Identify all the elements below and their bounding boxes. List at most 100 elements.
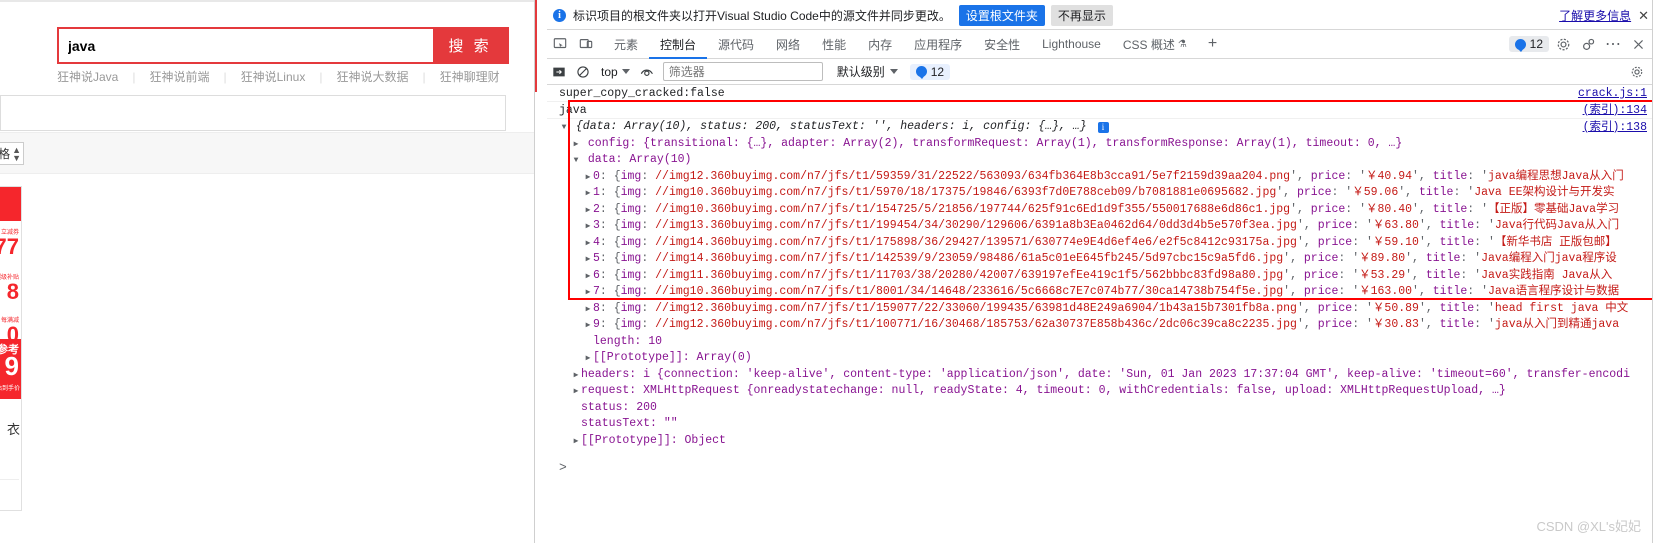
array-item-row[interactable]: 8: {img: //img12.360buyimg.com/n7/jfs/t1… [559, 301, 1653, 318]
tab-elements[interactable]: 元素 [603, 30, 649, 59]
item-price: ￥53.29 [1359, 268, 1406, 282]
data-line[interactable]: data: Array(10) [559, 152, 1653, 169]
console-filter-input[interactable] [662, 62, 823, 81]
expand-triangle-icon[interactable] [571, 384, 581, 401]
log-level-selector[interactable]: 默认级别 [837, 63, 898, 80]
status-line: status: 200 [559, 400, 1653, 417]
array-index: 5 [593, 252, 600, 265]
array-item-row[interactable]: 2: {img: //img10.360buyimg.com/n7/jfs/t1… [559, 202, 1653, 219]
devtools-tabs: 元素 控制台 源代码 网络 性能 内存 应用程序 安全性 Lighthouse … [603, 30, 1227, 59]
inspect-element-icon[interactable] [547, 31, 573, 57]
expand-triangle-icon[interactable] [583, 285, 593, 302]
expand-triangle-icon[interactable] [571, 137, 581, 154]
page-edge-red-line [535, 0, 537, 92]
array-index: 7 [593, 285, 600, 298]
console-prompt[interactable]: > [559, 460, 567, 475]
issues-badge[interactable]: 12 [1508, 36, 1549, 52]
issues-filter-badge[interactable]: 12 [909, 63, 951, 80]
tab-lighthouse-label: Lighthouse [1042, 37, 1101, 51]
object-header-line[interactable]: {data: Array(10), status: 200, statusTex… [559, 119, 1653, 136]
tab-css-overview[interactable]: CSS 概述 ⚗ [1112, 30, 1198, 59]
config-line[interactable]: config: {transitional: {…}, adapter: Arr… [559, 136, 1653, 153]
statustext-line: statusText: "" [559, 416, 1653, 433]
data-text: data: Array(10) [587, 153, 692, 166]
tab-console[interactable]: 控制台 [649, 30, 708, 59]
expand-triangle-icon[interactable] [571, 153, 581, 170]
array-item-row[interactable]: 7: {img: //img10.360buyimg.com/n7/jfs/t1… [559, 284, 1653, 301]
hot-keyword-5[interactable]: 狂神聊理财 [440, 68, 500, 85]
array-length-text: length: 10 [593, 334, 663, 348]
tab-performance[interactable]: 性能 [811, 30, 857, 59]
console-source-link[interactable]: crack.js:1 [1578, 85, 1647, 102]
product-card[interactable]: 年货节 新春不打烊 立减券 77 超级补贴 8 每满减 0 参考 9 [0, 186, 22, 511]
sort-grid-toggle[interactable]: 格 ▲▼ [0, 142, 24, 165]
tab-memory[interactable]: 内存 [857, 30, 903, 59]
expand-triangle-icon[interactable] [583, 252, 593, 269]
expand-triangle-icon[interactable] [583, 170, 593, 187]
console-settings-icon[interactable] [1625, 60, 1649, 84]
array-prototype-line[interactable]: [[Prototype]]: Array(0) [559, 350, 1653, 367]
search-input[interactable] [59, 29, 433, 62]
expand-triangle-icon[interactable] [583, 318, 593, 335]
array-item-row[interactable]: 3: {img: //img13.360buyimg.com/n7/jfs/t1… [559, 218, 1653, 235]
hot-keyword-2[interactable]: 狂神说前端 [149, 68, 209, 85]
tab-security[interactable]: 安全性 [973, 30, 1031, 59]
tab-application[interactable]: 应用程序 [903, 30, 973, 59]
expand-triangle-icon[interactable] [583, 236, 593, 253]
learn-more-link[interactable]: 了解更多信息 [1559, 7, 1631, 24]
hot-keyword-4[interactable]: 狂神说大数据 [336, 68, 408, 85]
device-toolbar-icon[interactable] [573, 31, 599, 57]
live-expression-icon[interactable] [636, 60, 660, 84]
promo-price-value: 9 [4, 351, 19, 381]
clear-console-icon[interactable] [571, 60, 595, 84]
console-source-link[interactable]: (索引):134 [1583, 102, 1647, 119]
execution-context-label: top [601, 64, 618, 79]
hot-keyword-separator: | [422, 69, 426, 84]
console-sidebar-icon[interactable] [547, 60, 571, 84]
array-item-row[interactable]: 0: {img: //img12.360buyimg.com/n7/jfs/t1… [559, 169, 1653, 186]
set-root-folder-button[interactable]: 设置根文件夹 [958, 5, 1045, 26]
expand-triangle-icon[interactable] [583, 186, 593, 203]
array-item-row[interactable]: 5: {img: //img14.360buyimg.com/n7/jfs/t1… [559, 251, 1653, 268]
close-icon[interactable]: ✕ [1638, 8, 1649, 24]
expand-triangle-icon[interactable] [559, 120, 569, 137]
tab-sources[interactable]: 源代码 [707, 30, 765, 59]
expand-triangle-icon[interactable] [583, 302, 593, 319]
object-prototype-line[interactable]: [[Prototype]]: Object [559, 433, 1653, 450]
expand-triangle-icon[interactable] [583, 203, 593, 220]
promo-price-sub: 预估到手价 [0, 386, 20, 392]
search-button[interactable]: 搜 索 [433, 29, 507, 62]
tab-console-label: 控制台 [660, 37, 697, 52]
hot-keyword-1[interactable]: 狂神说Java [57, 68, 118, 85]
hot-keyword-3[interactable]: 狂神说Linux [241, 68, 306, 85]
array-item-row[interactable]: 6: {img: //img11.360buyimg.com/n7/jfs/t1… [559, 268, 1653, 285]
tab-network[interactable]: 网络 [765, 30, 811, 59]
array-item-row[interactable]: 9: {img: //img12.360buyimg.com/n7/jfs/t1… [559, 317, 1653, 334]
expand-triangle-icon[interactable] [583, 269, 593, 286]
item-price: ￥50.89 [1372, 301, 1419, 315]
search-bar: 搜 索 [57, 27, 509, 64]
tab-css-overview-label: CSS 概述 [1122, 37, 1175, 52]
hot-keywords: 狂神说Java | 狂神说前端 | 狂神说Linux | 狂神说大数据 | 狂神… [57, 68, 517, 85]
request-line[interactable]: request: XMLHttpRequest {onreadystatecha… [559, 383, 1653, 400]
add-panel-button[interactable]: + [1198, 30, 1227, 59]
headers-line[interactable]: headers: i {connection: 'keep-alive', co… [559, 367, 1653, 384]
settings-gear-icon[interactable] [1552, 33, 1574, 55]
info-icon[interactable]: i [1097, 122, 1109, 133]
array-item-row[interactable]: 4: {img: //img14.360buyimg.com/n7/jfs/t1… [559, 235, 1653, 252]
dont-show-again-button[interactable]: 不再显示 [1050, 5, 1113, 26]
execution-context-selector[interactable]: top [595, 65, 636, 79]
expand-triangle-icon[interactable] [583, 219, 593, 236]
item-img-url: //img10.360buyimg.com/n7/jfs/t1/5970/18/… [655, 186, 1277, 199]
expand-triangle-icon[interactable] [571, 434, 581, 451]
array-item-row[interactable]: 1: {img: //img10.360buyimg.com/n7/jfs/t1… [559, 185, 1653, 202]
more-options-icon[interactable]: ⋯ [1602, 33, 1624, 55]
customize-devtools-icon[interactable] [1577, 33, 1599, 55]
tab-lighthouse[interactable]: Lighthouse [1031, 30, 1112, 59]
close-devtools-icon[interactable] [1627, 33, 1649, 55]
expand-triangle-icon[interactable] [571, 368, 581, 385]
item-img-url: //img12.360buyimg.com/n7/jfs/t1/159077/2… [655, 301, 1297, 315]
console-output[interactable]: super_copy_cracked:false crack.js:1 java… [547, 85, 1653, 543]
expand-triangle-icon[interactable] [583, 351, 593, 368]
console-source-link[interactable]: (索引):138 [1583, 118, 1647, 134]
